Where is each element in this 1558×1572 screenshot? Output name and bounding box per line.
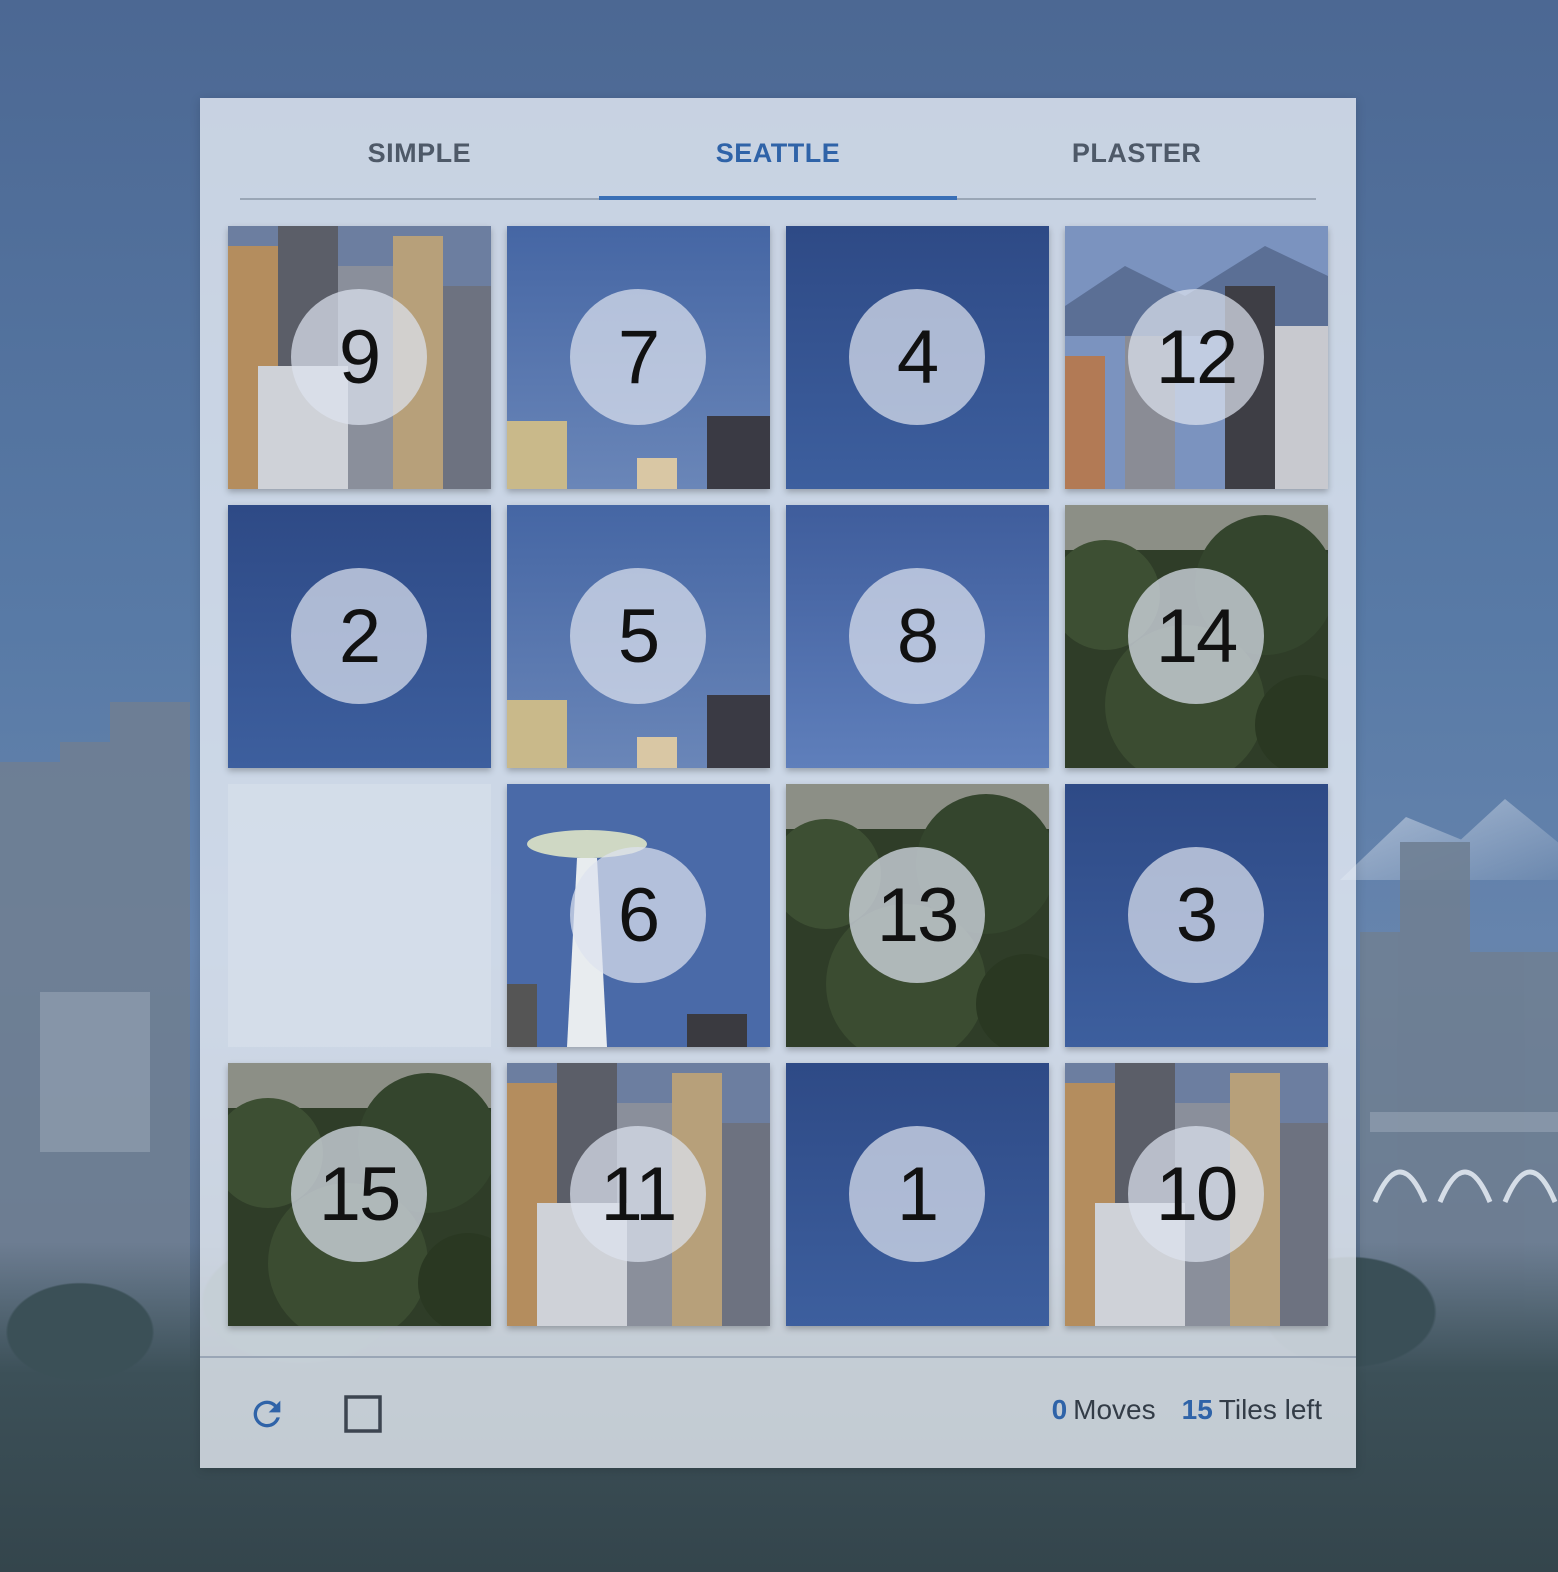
puzzle-card: SIMPLE SEATTLE PLASTER 9 7 4 12 2 5 8 14 6 13 3 15 1… bbox=[200, 98, 1356, 1468]
puzzle-tile-13[interactable]: 13 bbox=[786, 784, 1049, 1047]
tab-plaster[interactable]: PLASTER bbox=[957, 98, 1316, 198]
moves-stat: 0 Moves bbox=[1052, 1394, 1156, 1426]
tab-seattle[interactable]: SEATTLE bbox=[598, 98, 958, 200]
tile-number: 10 bbox=[1128, 1126, 1264, 1262]
tile-number: 15 bbox=[291, 1126, 427, 1262]
puzzle-tile-14[interactable]: 14 bbox=[1065, 505, 1328, 768]
puzzle-tile-9[interactable]: 9 bbox=[228, 226, 491, 489]
tile-number: 12 bbox=[1128, 289, 1264, 425]
tile-number: 3 bbox=[1128, 847, 1264, 983]
tiles-left-label: Tiles left bbox=[1218, 1394, 1322, 1425]
puzzle-tile-3[interactable]: 3 bbox=[1065, 784, 1328, 1047]
puzzle-tile-4[interactable]: 4 bbox=[786, 226, 1049, 489]
puzzle-tile-8[interactable]: 8 bbox=[786, 505, 1049, 768]
puzzle-tile-10[interactable]: 10 bbox=[1065, 1063, 1328, 1326]
tile-number: 4 bbox=[849, 289, 985, 425]
puzzle-tile-2[interactable]: 2 bbox=[228, 505, 491, 768]
tiles-left-count: 15 bbox=[1181, 1394, 1213, 1425]
tile-number: 13 bbox=[849, 847, 985, 983]
refresh-icon[interactable] bbox=[245, 1392, 289, 1436]
game-stats: 0 Moves 15 Tiles left bbox=[1052, 1394, 1322, 1426]
puzzle-tile-15[interactable]: 15 bbox=[228, 1063, 491, 1326]
tile-number: 14 bbox=[1128, 568, 1264, 704]
tile-number: 6 bbox=[570, 847, 706, 983]
tab-simple[interactable]: SIMPLE bbox=[240, 98, 599, 198]
game-footer: 0 Moves 15 Tiles left bbox=[200, 1356, 1356, 1470]
puzzle-tile-1[interactable]: 1 bbox=[786, 1063, 1049, 1326]
tile-number: 2 bbox=[291, 568, 427, 704]
puzzle-tile-12[interactable]: 12 bbox=[1065, 226, 1328, 489]
puzzle-tile-5[interactable]: 5 bbox=[507, 505, 770, 768]
puzzle-tile-6[interactable]: 6 bbox=[507, 784, 770, 1047]
puzzle-tile-7[interactable]: 7 bbox=[507, 226, 770, 489]
tile-number: 1 bbox=[849, 1126, 985, 1262]
tile-number: 7 bbox=[570, 289, 706, 425]
tile-number: 5 bbox=[570, 568, 706, 704]
puzzle-tile-11[interactable]: 11 bbox=[507, 1063, 770, 1326]
puzzle-board: 9 7 4 12 2 5 8 14 6 13 3 15 11 1 10 bbox=[228, 226, 1329, 1327]
tiles-left-stat: 15 Tiles left bbox=[1182, 1394, 1322, 1426]
moves-label: Moves bbox=[1073, 1394, 1156, 1425]
square-outline-icon[interactable] bbox=[341, 1392, 385, 1436]
empty-slot bbox=[228, 784, 491, 1047]
theme-tabs: SIMPLE SEATTLE PLASTER bbox=[240, 98, 1316, 200]
tile-number: 9 bbox=[291, 289, 427, 425]
tile-number: 11 bbox=[570, 1126, 706, 1262]
moves-count: 0 bbox=[1051, 1394, 1068, 1425]
tile-number: 8 bbox=[849, 568, 985, 704]
